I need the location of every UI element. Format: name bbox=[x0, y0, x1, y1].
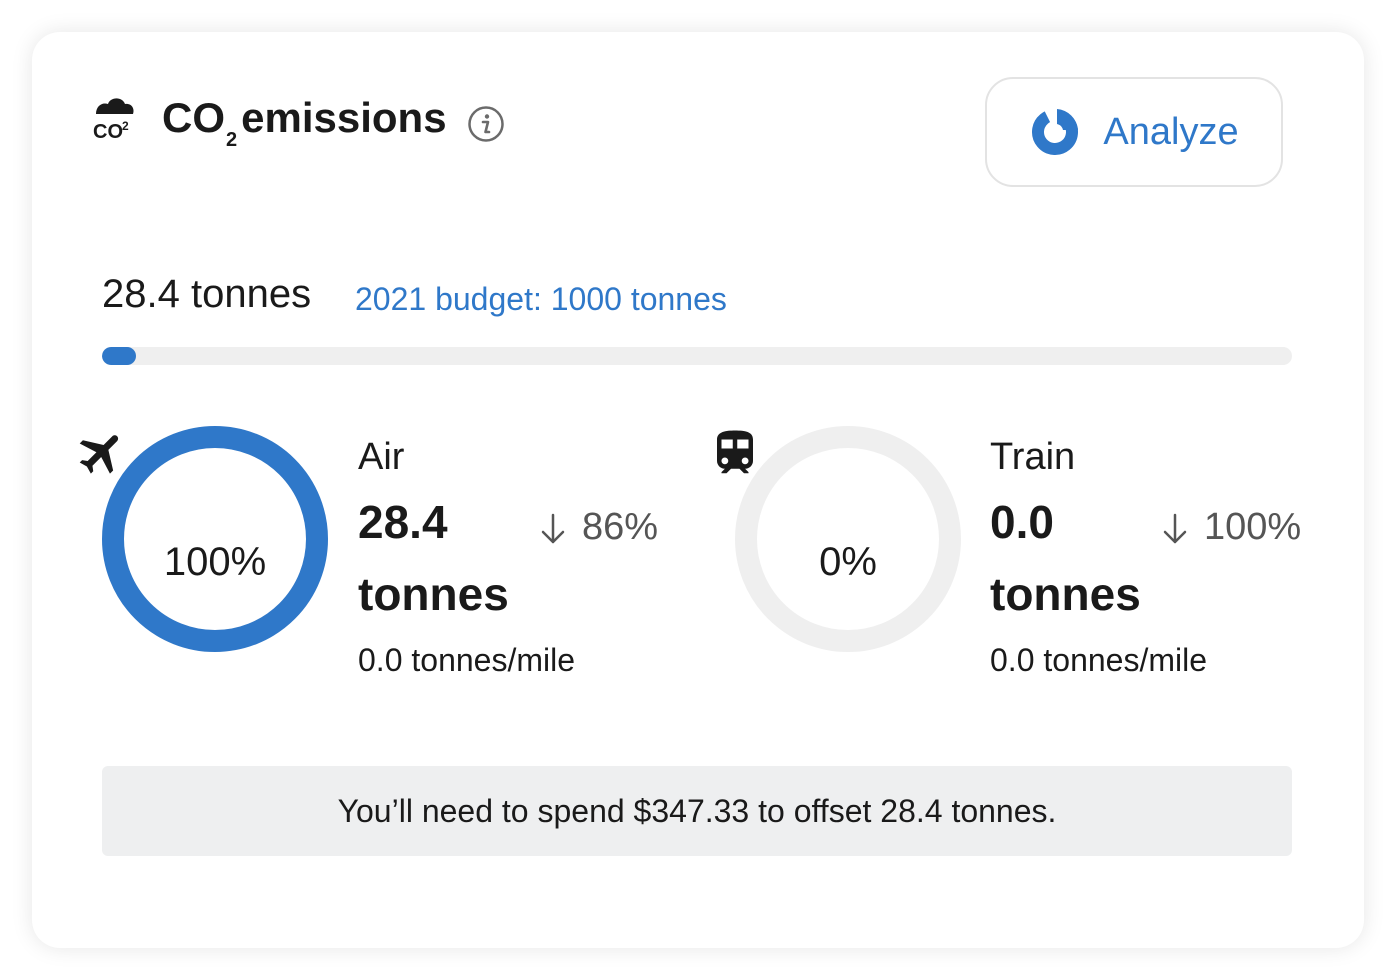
air-rate: 0.0 tonnes/mile bbox=[358, 642, 576, 678]
air-value-unit: tonnes bbox=[358, 568, 509, 620]
budget-progress-bar bbox=[102, 347, 1292, 365]
arrow-down-icon bbox=[1163, 513, 1187, 544]
air-value-number: 28.4 bbox=[358, 496, 448, 548]
air-change-value: 86% bbox=[582, 506, 659, 548]
air-change: 86% bbox=[538, 506, 658, 549]
train-value: 0.0 tonnes bbox=[990, 486, 1141, 630]
title-suffix: emissions bbox=[241, 94, 447, 141]
offset-message: You’ll need to spend $347.33 to offset 2… bbox=[337, 792, 1057, 829]
title-subscript: 2 bbox=[226, 129, 238, 151]
air-share-ring: 100% bbox=[79, 426, 328, 652]
budget-progress-fill bbox=[102, 347, 136, 365]
train-value-unit: tonnes bbox=[990, 568, 1141, 620]
svg-text:CO: CO bbox=[93, 121, 123, 143]
train-change-value: 100% bbox=[1204, 506, 1302, 548]
analyze-button[interactable]: Analyze bbox=[985, 77, 1283, 187]
train-change: 100% bbox=[1160, 506, 1301, 549]
svg-text:2: 2 bbox=[122, 119, 129, 133]
offset-notice: You’ll need to spend $347.33 to offset 2… bbox=[102, 766, 1292, 856]
train-ring-graphic bbox=[735, 426, 961, 652]
info-icon[interactable] bbox=[467, 105, 505, 143]
co2-emissions-card: CO 2 CO2emissions Analyze 28.4 tonnes 20… bbox=[32, 32, 1364, 948]
title-prefix: CO bbox=[162, 94, 225, 141]
air-label: Air bbox=[358, 436, 405, 478]
air-ring-graphic bbox=[102, 426, 328, 652]
train-rate: 0.0 tonnes/mile bbox=[990, 642, 1208, 678]
air-percent: 100% bbox=[163, 540, 267, 584]
airplane-icon bbox=[79, 435, 119, 474]
train-icon bbox=[717, 430, 753, 474]
train-share-ring: 0% bbox=[717, 426, 961, 652]
co2-cloud-icon: CO 2 bbox=[93, 98, 134, 143]
pie-chart-icon bbox=[1032, 109, 1079, 155]
arrow-down-icon bbox=[541, 513, 565, 544]
card-title: CO2emissions bbox=[162, 94, 447, 151]
analyze-label: Analyze bbox=[1103, 110, 1239, 153]
air-value: 28.4 tonnes bbox=[358, 486, 509, 630]
train-value-number: 0.0 bbox=[990, 496, 1054, 548]
total-emissions: 28.4 tonnes bbox=[102, 272, 312, 316]
train-percent: 0% bbox=[819, 540, 877, 584]
budget-link[interactable]: 2021 budget: 1000 tonnes bbox=[355, 281, 727, 318]
train-label: Train bbox=[990, 436, 1076, 478]
